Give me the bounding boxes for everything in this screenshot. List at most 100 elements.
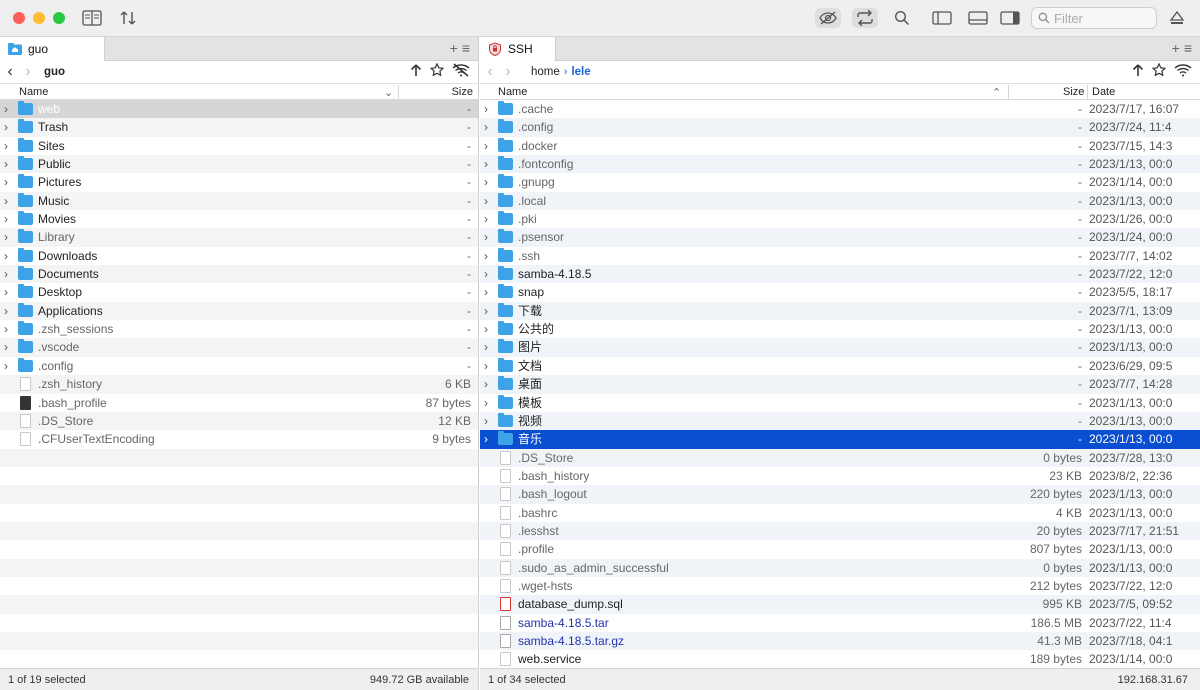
disclosure-chevron-icon[interactable]: › (484, 283, 488, 301)
table-row[interactable]: web.service 189 bytes 2023/1/14, 00:0 (480, 650, 1200, 668)
eject-icon[interactable] (1164, 8, 1190, 28)
right-file-list[interactable]: › .cache -2023/7/17, 16:07 › .config -2023/7/… (480, 100, 1200, 668)
disclosure-chevron-icon[interactable]: › (484, 228, 488, 246)
table-row[interactable]: › Public - (0, 155, 478, 174)
sync-icon[interactable] (852, 8, 878, 28)
disclosure-chevron-icon[interactable]: › (484, 338, 488, 356)
table-row[interactable]: › Trash - (0, 118, 478, 137)
forward-icon[interactable]: › (20, 64, 36, 80)
table-row[interactable]: .bash_history 23 KB 2023/8/2, 22:36 (480, 467, 1200, 485)
disclosure-chevron-icon[interactable]: › (4, 173, 8, 191)
disclosure-chevron-icon[interactable]: › (4, 265, 8, 283)
table-row[interactable]: .CFUserTextEncoding 9 bytes (0, 430, 478, 448)
table-row[interactable]: › 文档 -2023/6/29, 09:5 (480, 357, 1200, 375)
bookmarks-icon[interactable] (79, 8, 105, 28)
table-row[interactable]: .zsh_history 6 KB (0, 375, 478, 394)
table-row[interactable]: › .fontconfig -2023/1/13, 00:0 (480, 155, 1200, 174)
table-row[interactable]: .bashrc 4 KB 2023/1/13, 00:0 (480, 504, 1200, 522)
table-row[interactable]: .bash_logout 220 bytes 2023/1/13, 00:0 (480, 485, 1200, 504)
disclosure-chevron-icon[interactable]: › (4, 338, 8, 356)
table-row[interactable]: .sudo_as_admin_successful 0 bytes 2023/1/1… (480, 558, 1200, 577)
disclosure-chevron-icon[interactable]: › (4, 118, 8, 136)
disclosure-chevron-icon[interactable]: › (484, 302, 488, 320)
table-row[interactable]: .profile 807 bytes 2023/1/13, 00:0 (480, 540, 1200, 558)
disclosure-chevron-icon[interactable]: › (484, 192, 488, 210)
forward-icon[interactable]: › (500, 64, 516, 80)
date-column-header[interactable]: Date (1092, 86, 1115, 98)
table-row[interactable]: .DS_Store 0 bytes 2023/7/28, 13:0 (480, 448, 1200, 467)
table-row[interactable]: .lesshst 20 bytes 2023/7/17, 21:51 (480, 521, 1200, 541)
tab-menu-icon[interactable]: ≡ (462, 40, 470, 56)
sidebar-right-icon[interactable] (997, 8, 1023, 28)
table-row[interactable]: .wget-hsts 212 bytes 2023/7/22, 12:0 (480, 577, 1200, 595)
table-row[interactable]: › web - (0, 100, 478, 119)
disclosure-chevron-icon[interactable]: › (484, 357, 488, 375)
table-row[interactable]: › Documents - (0, 265, 478, 284)
breadcrumb-item[interactable]: home (531, 66, 560, 78)
disclosure-chevron-icon[interactable]: › (484, 137, 488, 155)
parent-folder-icon[interactable] (1132, 63, 1144, 77)
star-icon[interactable] (430, 63, 444, 77)
table-row[interactable]: › Library - (0, 228, 478, 247)
wifi-icon[interactable] (1174, 63, 1192, 77)
chevron-down-icon[interactable]: ⌄ (384, 86, 393, 99)
disclosure-chevron-icon[interactable]: › (484, 247, 488, 265)
back-icon[interactable]: ‹ (482, 64, 498, 80)
chevron-up-icon[interactable]: ⌃ (992, 86, 1001, 99)
table-row[interactable]: › .gnupg -2023/1/14, 00:0 (480, 173, 1200, 191)
table-row[interactable]: › Downloads - (0, 247, 478, 265)
size-column-header[interactable]: Size (1063, 86, 1084, 98)
breadcrumb-current[interactable]: lele (571, 66, 590, 78)
disclosure-chevron-icon[interactable]: › (484, 210, 488, 228)
disclosure-chevron-icon[interactable]: › (4, 228, 8, 246)
table-row[interactable]: › 桌面 -2023/7/7, 14:28 (480, 375, 1200, 394)
disclosure-chevron-icon[interactable]: › (4, 100, 8, 118)
zoom-window-button[interactable] (53, 12, 65, 24)
filter-input[interactable] (1054, 10, 1150, 26)
table-row[interactable]: › .config -2023/7/24, 11:4 (480, 118, 1200, 137)
disclosure-chevron-icon[interactable]: › (484, 173, 488, 191)
close-window-button[interactable] (13, 12, 25, 24)
search-icon[interactable] (889, 8, 915, 28)
table-row[interactable]: › .psensor -2023/1/24, 00:0 (480, 228, 1200, 247)
table-row[interactable]: › .config - (0, 357, 478, 375)
minimize-window-button[interactable] (33, 12, 45, 24)
table-row[interactable]: › Desktop - (0, 283, 478, 301)
disclosure-chevron-icon[interactable]: › (484, 412, 488, 430)
disclosure-chevron-icon[interactable]: › (4, 357, 8, 375)
hidden-files-icon[interactable] (815, 8, 841, 28)
tab-ssh[interactable]: SSH (480, 37, 556, 61)
disclosure-chevron-icon[interactable]: › (4, 283, 8, 301)
star-icon[interactable] (1152, 63, 1166, 77)
tab-guo[interactable]: guo (0, 37, 105, 61)
disclosure-chevron-icon[interactable]: › (4, 155, 8, 173)
table-row[interactable]: › snap -2023/5/5, 18:17 (480, 283, 1200, 301)
table-row[interactable]: › .ssh -2023/7/7, 14:02 (480, 247, 1200, 265)
new-tab-icon[interactable]: + (450, 40, 458, 56)
table-row[interactable]: › 图片 -2023/1/13, 00:0 (480, 338, 1200, 357)
table-row[interactable]: › 公共的 -2023/1/13, 00:0 (480, 320, 1200, 338)
table-row[interactable]: .DS_Store 12 KB (0, 411, 478, 431)
disclosure-chevron-icon[interactable]: › (4, 320, 8, 338)
table-row[interactable]: › .pki -2023/1/26, 00:0 (480, 210, 1200, 228)
table-row[interactable]: › .cache -2023/7/17, 16:07 (480, 100, 1200, 118)
table-row[interactable]: › Pictures - (0, 173, 478, 191)
table-row[interactable]: › 视频 -2023/1/13, 00:0 (480, 411, 1200, 431)
table-row[interactable]: › samba-4.18.5 -2023/7/22, 12:0 (480, 265, 1200, 284)
table-row[interactable]: › .zsh_sessions - (0, 320, 478, 338)
name-column-header[interactable]: Name (498, 86, 527, 98)
table-row[interactable]: › .local -2023/1/13, 00:0 (480, 191, 1200, 211)
disclosure-chevron-icon[interactable]: › (484, 320, 488, 338)
table-row[interactable]: › 音乐 -2023/1/13, 00:0 (480, 430, 1200, 449)
table-row[interactable]: database_dump.sql 995 KB 2023/7/5, 09:52 (480, 595, 1200, 614)
table-row[interactable]: › .docker -2023/7/15, 14:3 (480, 137, 1200, 155)
disclosure-chevron-icon[interactable]: › (4, 247, 8, 265)
table-row[interactable]: samba-4.18.5.tar 186.5 MB 2023/7/22, 11:4 (480, 614, 1200, 632)
table-row[interactable]: › 模板 -2023/1/13, 00:0 (480, 394, 1200, 412)
table-row[interactable]: › 下载 -2023/7/1, 13:09 (480, 301, 1200, 321)
table-row[interactable]: › .vscode - (0, 338, 478, 357)
sort-icon[interactable] (115, 8, 141, 28)
table-row[interactable]: › Applications - (0, 301, 478, 321)
disclosure-chevron-icon[interactable]: › (4, 137, 8, 155)
disclosure-chevron-icon[interactable]: › (4, 302, 8, 320)
